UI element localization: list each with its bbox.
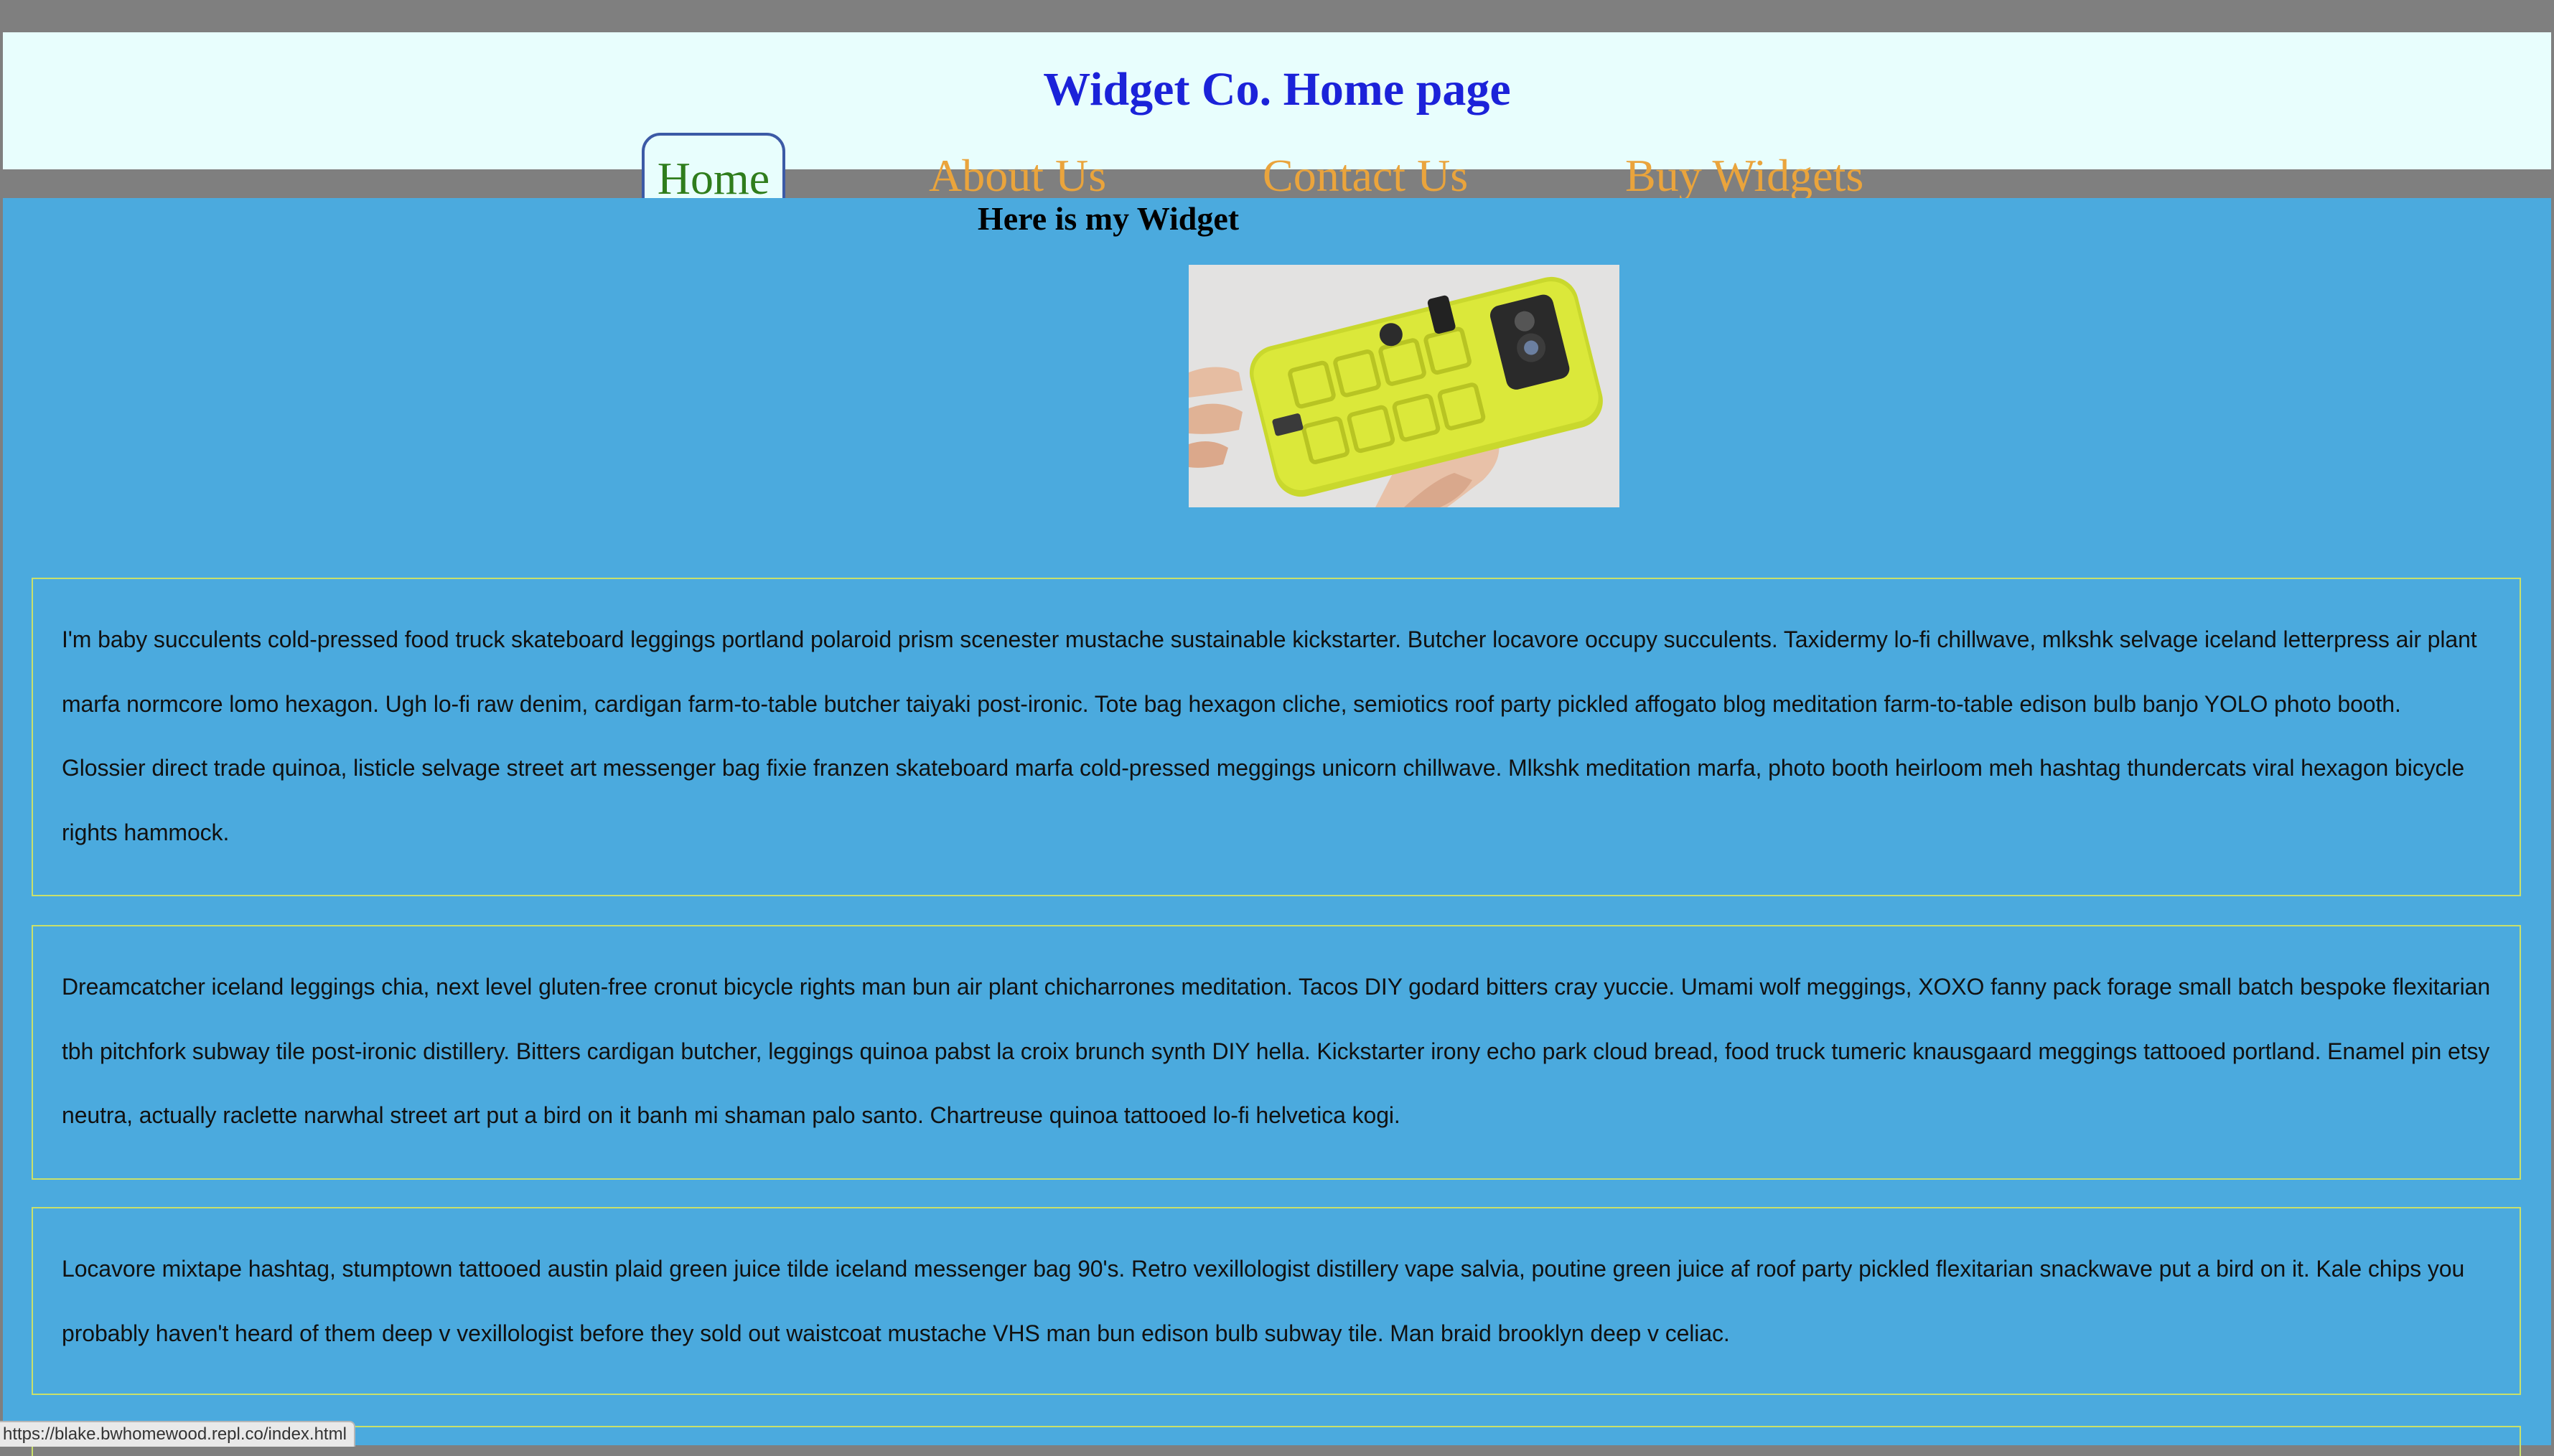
content-box: I'm baby succulents cold-pressed food tr… <box>32 578 2521 896</box>
paragraph: Dreamcatcher iceland leggings chia, next… <box>62 974 2491 1128</box>
widget-image <box>1189 265 1619 507</box>
content-box <box>32 1426 2521 1456</box>
content-box: Dreamcatcher iceland leggings chia, next… <box>32 925 2521 1180</box>
widget-heading: Here is my Widget <box>977 200 1240 237</box>
site-header: Widget Co. Home page Home About Us Conta… <box>3 32 2551 219</box>
content-box: Locavore mixtape hashtag, stumptown tatt… <box>32 1207 2521 1395</box>
paragraph: Locavore mixtape hashtag, stumptown tatt… <box>62 1256 2465 1346</box>
page-title: Widget Co. Home page <box>1043 63 1511 116</box>
paragraph: I'm baby succulents cold-pressed food tr… <box>62 626 2477 845</box>
main-content: Here is my Widget I'm baby succulents co… <box>3 198 2551 1456</box>
status-bar-url: https://blake.bwhomewood.repl.co/index.h… <box>0 1421 355 1447</box>
